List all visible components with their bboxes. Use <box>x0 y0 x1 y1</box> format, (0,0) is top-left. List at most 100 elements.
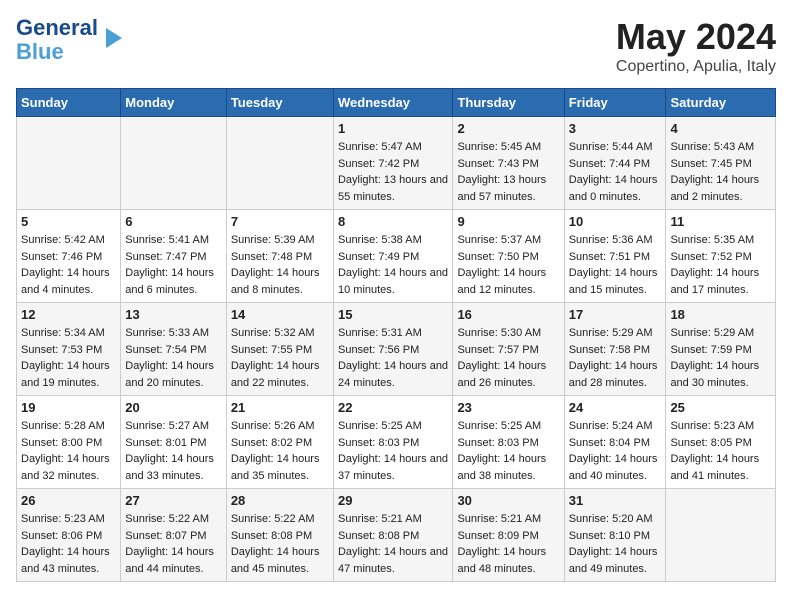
day-number: 20 <box>125 400 222 415</box>
calendar-cell: 16 Sunrise: 5:30 AMSunset: 7:57 PMDayligh… <box>453 303 564 396</box>
day-info: Sunrise: 5:22 AMSunset: 8:08 PMDaylight:… <box>231 511 329 577</box>
calendar-cell: 19Sunrise: 5:28 AMSunset: 8:00 PMDayligh… <box>17 396 121 489</box>
day-info: Sunrise: 5:44 AMSunset: 7:44 PMDaylight:… <box>569 139 662 205</box>
calendar-cell: 10Sunrise: 5:36 AMSunset: 7:51 PMDayligh… <box>564 210 666 303</box>
day-number: 5 <box>21 214 116 229</box>
calendar-cell: 23Sunrise: 5:25 AMSunset: 8:03 PMDayligh… <box>453 396 564 489</box>
calendar-header-row: SundayMondayTuesdayWednesdayThursdayFrid… <box>17 89 776 117</box>
day-info: Sunrise: 5:30 AMSunset: 7:57 PMDaylight:… <box>457 325 559 391</box>
day-info: Sunrise: 5:42 AMSunset: 7:46 PMDaylight:… <box>21 232 116 298</box>
day-number: 31 <box>569 493 662 508</box>
day-info: Sunrise: 5:27 AMSunset: 8:01 PMDaylight:… <box>125 418 222 484</box>
logo-arrow-icon <box>100 24 128 52</box>
day-info: Sunrise: 5:26 AMSunset: 8:02 PMDaylight:… <box>231 418 329 484</box>
logo-text: GeneralBlue <box>16 16 98 64</box>
calendar-cell: 12 Sunrise: 5:34 AMSunset: 7:53 PMDayligh… <box>17 303 121 396</box>
calendar-cell: 6 Sunrise: 5:41 AMSunset: 7:47 PMDaylight… <box>121 210 227 303</box>
calendar-cell <box>226 117 333 210</box>
calendar-cell: 13Sunrise: 5:33 AMSunset: 7:54 PMDayligh… <box>121 303 227 396</box>
col-header-friday: Friday <box>564 89 666 117</box>
calendar-cell: 5 Sunrise: 5:42 AMSunset: 7:46 PMDaylight… <box>17 210 121 303</box>
col-header-wednesday: Wednesday <box>333 89 452 117</box>
day-number: 2 <box>457 121 559 136</box>
day-info: Sunrise: 5:22 AMSunset: 8:07 PMDaylight:… <box>125 511 222 577</box>
day-info: Sunrise: 5:24 AMSunset: 8:04 PMDaylight:… <box>569 418 662 484</box>
day-number: 28 <box>231 493 329 508</box>
day-info: Sunrise: 5:38 AMSunset: 7:49 PMDaylight:… <box>338 232 448 298</box>
calendar-cell: 17 Sunrise: 5:29 AMSunset: 7:58 PMDayligh… <box>564 303 666 396</box>
calendar-cell: 25Sunrise: 5:23 AMSunset: 8:05 PMDayligh… <box>666 396 776 489</box>
day-number: 30 <box>457 493 559 508</box>
calendar-cell: 24 Sunrise: 5:24 AMSunset: 8:04 PMDayligh… <box>564 396 666 489</box>
calendar-cell: 21 Sunrise: 5:26 AMSunset: 8:02 PMDayligh… <box>226 396 333 489</box>
day-info: Sunrise: 5:25 AMSunset: 8:03 PMDaylight:… <box>338 418 448 484</box>
day-number: 8 <box>338 214 448 229</box>
calendar-week-row: 26Sunrise: 5:23 AMSunset: 8:06 PMDayligh… <box>17 489 776 582</box>
day-info: Sunrise: 5:47 AMSunset: 7:42 PMDaylight:… <box>338 139 448 205</box>
calendar-location: Copertino, Apulia, Italy <box>616 58 776 76</box>
calendar-title-block: May 2024 Copertino, Apulia, Italy <box>616 16 776 76</box>
day-number: 29 <box>338 493 448 508</box>
day-info: Sunrise: 5:41 AMSunset: 7:47 PMDaylight:… <box>125 232 222 298</box>
calendar-cell: 14Sunrise: 5:32 AMSunset: 7:55 PMDayligh… <box>226 303 333 396</box>
col-header-tuesday: Tuesday <box>226 89 333 117</box>
day-info: Sunrise: 5:35 AMSunset: 7:52 PMDaylight:… <box>670 232 771 298</box>
calendar-table: SundayMondayTuesdayWednesdayThursdayFrid… <box>16 88 776 582</box>
calendar-cell: 7Sunrise: 5:39 AMSunset: 7:48 PMDaylight… <box>226 210 333 303</box>
day-number: 7 <box>231 214 329 229</box>
day-info: Sunrise: 5:21 AMSunset: 8:09 PMDaylight:… <box>457 511 559 577</box>
calendar-cell: 26Sunrise: 5:23 AMSunset: 8:06 PMDayligh… <box>17 489 121 582</box>
day-number: 17 <box>569 307 662 322</box>
day-number: 11 <box>670 214 771 229</box>
day-info: Sunrise: 5:37 AMSunset: 7:50 PMDaylight:… <box>457 232 559 298</box>
calendar-cell: 11 Sunrise: 5:35 AMSunset: 7:52 PMDayligh… <box>666 210 776 303</box>
calendar-cell: 29 Sunrise: 5:21 AMSunset: 8:08 PMDayligh… <box>333 489 452 582</box>
col-header-saturday: Saturday <box>666 89 776 117</box>
day-number: 12 <box>21 307 116 322</box>
logo: GeneralBlue <box>16 16 128 64</box>
day-number: 1 <box>338 121 448 136</box>
day-number: 27 <box>125 493 222 508</box>
calendar-cell: 30 Sunrise: 5:21 AMSunset: 8:09 PMDayligh… <box>453 489 564 582</box>
day-number: 21 <box>231 400 329 415</box>
day-number: 6 <box>125 214 222 229</box>
col-header-sunday: Sunday <box>17 89 121 117</box>
day-number: 23 <box>457 400 559 415</box>
day-info: Sunrise: 5:45 AMSunset: 7:43 PMDaylight:… <box>457 139 559 205</box>
day-info: Sunrise: 5:29 AMSunset: 7:59 PMDaylight:… <box>670 325 771 391</box>
day-number: 4 <box>670 121 771 136</box>
calendar-cell <box>666 489 776 582</box>
calendar-week-row: 12 Sunrise: 5:34 AMSunset: 7:53 PMDayligh… <box>17 303 776 396</box>
day-number: 3 <box>569 121 662 136</box>
calendar-cell: 31Sunrise: 5:20 AMSunset: 8:10 PMDayligh… <box>564 489 666 582</box>
col-header-thursday: Thursday <box>453 89 564 117</box>
calendar-week-row: 19Sunrise: 5:28 AMSunset: 8:00 PMDayligh… <box>17 396 776 489</box>
calendar-cell <box>17 117 121 210</box>
page-header: GeneralBlue May 2024 Copertino, Apulia, … <box>16 16 776 76</box>
day-info: Sunrise: 5:36 AMSunset: 7:51 PMDaylight:… <box>569 232 662 298</box>
day-info: Sunrise: 5:29 AMSunset: 7:58 PMDaylight:… <box>569 325 662 391</box>
calendar-cell: 28 Sunrise: 5:22 AMSunset: 8:08 PMDayligh… <box>226 489 333 582</box>
day-number: 18 <box>670 307 771 322</box>
day-info: Sunrise: 5:21 AMSunset: 8:08 PMDaylight:… <box>338 511 448 577</box>
day-info: Sunrise: 5:28 AMSunset: 8:00 PMDaylight:… <box>21 418 116 484</box>
day-number: 24 <box>569 400 662 415</box>
calendar-cell: 1 Sunrise: 5:47 AMSunset: 7:42 PMDaylight… <box>333 117 452 210</box>
day-number: 13 <box>125 307 222 322</box>
day-number: 22 <box>338 400 448 415</box>
calendar-cell: 9 Sunrise: 5:37 AMSunset: 7:50 PMDaylight… <box>453 210 564 303</box>
calendar-cell: 22 Sunrise: 5:25 AMSunset: 8:03 PMDayligh… <box>333 396 452 489</box>
day-info: Sunrise: 5:31 AMSunset: 7:56 PMDaylight:… <box>338 325 448 391</box>
calendar-cell: 4Sunrise: 5:43 AMSunset: 7:45 PMDaylight… <box>666 117 776 210</box>
calendar-week-row: 1 Sunrise: 5:47 AMSunset: 7:42 PMDaylight… <box>17 117 776 210</box>
calendar-cell: 2 Sunrise: 5:45 AMSunset: 7:43 PMDaylight… <box>453 117 564 210</box>
day-number: 16 <box>457 307 559 322</box>
calendar-week-row: 5 Sunrise: 5:42 AMSunset: 7:46 PMDaylight… <box>17 210 776 303</box>
calendar-month-year: May 2024 <box>616 16 776 58</box>
day-number: 9 <box>457 214 559 229</box>
day-number: 14 <box>231 307 329 322</box>
calendar-cell: 8 Sunrise: 5:38 AMSunset: 7:49 PMDaylight… <box>333 210 452 303</box>
calendar-cell: 27 Sunrise: 5:22 AMSunset: 8:07 PMDayligh… <box>121 489 227 582</box>
calendar-cell: 20 Sunrise: 5:27 AMSunset: 8:01 PMDayligh… <box>121 396 227 489</box>
day-info: Sunrise: 5:34 AMSunset: 7:53 PMDaylight:… <box>21 325 116 391</box>
